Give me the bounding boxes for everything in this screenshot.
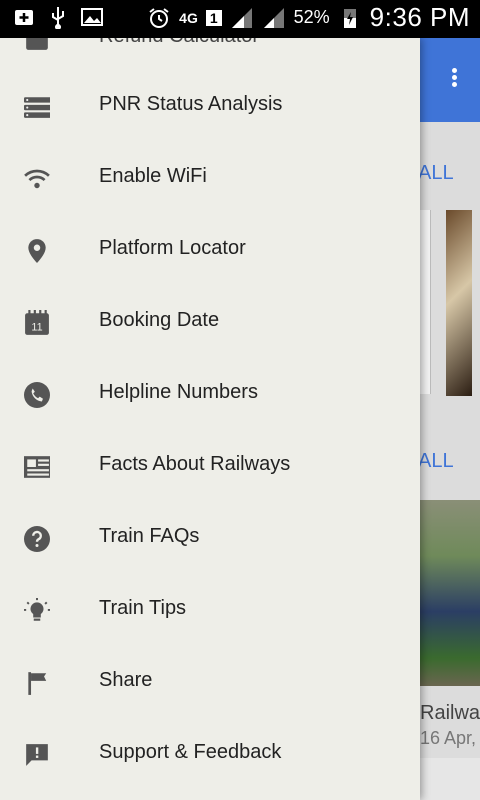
train-image xyxy=(420,500,480,686)
status-bar: 4G 1 52% 9:36 PM xyxy=(0,0,480,38)
sim-indicator: 1 xyxy=(205,9,222,26)
clock: 9:36 PM xyxy=(369,2,470,32)
usb-icon xyxy=(52,7,64,29)
drawer-item-label: Support & Feedback xyxy=(99,741,282,763)
status-left-icons xyxy=(12,5,104,29)
feedback-icon xyxy=(26,744,48,766)
wifi-icon xyxy=(24,169,50,189)
overflow-menu-icon[interactable] xyxy=(442,66,466,90)
calendar-icon: 11 xyxy=(25,310,49,335)
card-image xyxy=(446,210,472,396)
drawer-item-platform-locator[interactable]: Platform Locator xyxy=(0,214,420,286)
navigation-drawer: Refund Calculator PNR Status Analysis En… xyxy=(0,38,420,800)
drawer-item-label: Platform Locator xyxy=(99,237,246,259)
lightbulb-icon xyxy=(24,598,50,621)
drawer-item-label: Share xyxy=(99,669,153,691)
drawer-item-enable-wifi[interactable]: Enable WiFi xyxy=(0,142,420,214)
flag-icon xyxy=(28,672,47,695)
battery-percent: 52% xyxy=(293,7,330,27)
location-pin-icon xyxy=(28,239,46,263)
drawer-item-label: Enable WiFi xyxy=(99,165,207,187)
drawer-item-train-tips[interactable]: Train Tips xyxy=(0,574,420,646)
signal-icon xyxy=(231,7,252,28)
list-icon xyxy=(24,97,50,118)
signal-2-icon xyxy=(263,7,284,28)
battery-charging-icon xyxy=(343,8,356,28)
network-type: 4G xyxy=(179,9,198,26)
drawer-item-label: PNR Status Analysis xyxy=(99,93,283,115)
drawer-item-train-faqs[interactable]: Train FAQs xyxy=(0,502,420,574)
help-icon xyxy=(24,526,50,552)
drawer-item-booking-date[interactable]: 11 Booking Date xyxy=(0,286,420,358)
calendar-day: 11 xyxy=(31,322,42,334)
drawer-item-refund-calculator[interactable]: Refund Calculator xyxy=(0,38,420,74)
drawer-item-label: Refund Calculator xyxy=(99,38,259,48)
news-icon xyxy=(24,456,50,478)
drawer-item-label: Train Tips xyxy=(99,597,187,619)
image-icon xyxy=(81,8,103,26)
drawer-item-pnr-status-analysis[interactable]: PNR Status Analysis xyxy=(0,70,420,142)
drawer-item-label: Facts About Railways xyxy=(99,453,291,475)
drawer-item-helpline-numbers[interactable]: Helpline Numbers xyxy=(0,358,420,430)
drawer-item-share[interactable]: Share xyxy=(0,646,420,718)
alarm-icon xyxy=(149,7,169,28)
drawer-item-label: Train FAQs xyxy=(99,525,200,547)
status-right-icons: 4G 1 52% 9:36 PM xyxy=(147,2,470,33)
drawer-item-label: Helpline Numbers xyxy=(99,381,258,403)
calculator-icon xyxy=(26,38,48,50)
view-all-link[interactable]: ALL xyxy=(418,450,454,473)
bottom-strip xyxy=(420,758,480,800)
news-date: 16 Apr, xyxy=(420,728,477,748)
view-all-link[interactable]: ALL xyxy=(418,162,454,185)
drawer-item-support-feedback[interactable]: Support & Feedback xyxy=(0,718,420,790)
drawer-item-facts-about-railways[interactable]: Facts About Railways xyxy=(0,430,420,502)
add-notification-icon xyxy=(15,10,33,25)
news-title: Railwa xyxy=(420,702,480,724)
phone-icon xyxy=(24,382,50,408)
drawer-item-label: Booking Date xyxy=(99,309,220,331)
